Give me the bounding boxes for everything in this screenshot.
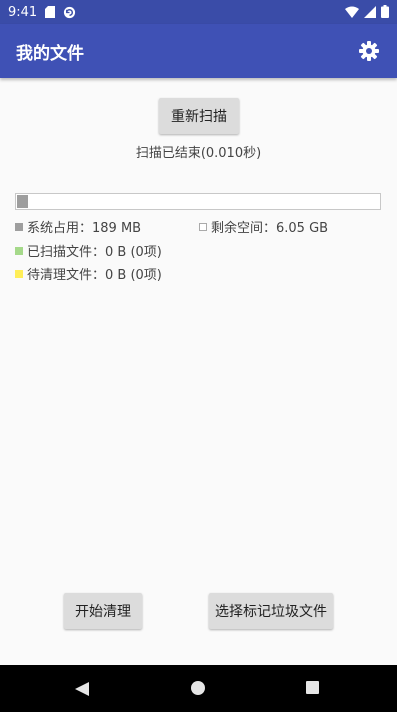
home-icon[interactable] [191, 681, 205, 695]
app-bar: 我的文件 [0, 24, 397, 78]
status-time: 9:41 [8, 4, 38, 20]
page-title: 我的文件 [16, 44, 84, 64]
sync-icon [63, 6, 76, 19]
sd-card-icon [45, 6, 56, 18]
recents-icon[interactable] [306, 681, 319, 694]
free-space-text: 剩余空间：6.05 GB [211, 221, 329, 236]
legend-system-used: 系统占用：189 MB [15, 217, 141, 236]
pending-clean-text: 待清理文件：0 B (0项) [27, 268, 162, 283]
free-space-swatch [199, 222, 207, 231]
legend-scanned-files: 已扫描文件：0 B (0项) [15, 241, 162, 260]
gear-icon[interactable] [357, 39, 381, 63]
scanned-files-swatch [15, 246, 23, 255]
pending-clean-swatch [15, 269, 23, 278]
battery-icon [381, 3, 389, 22]
navigation-bar [0, 665, 397, 712]
wifi-icon [345, 3, 359, 22]
legend-free-space: 剩余空间：6.05 GB [199, 217, 328, 236]
system-used-swatch [15, 222, 23, 231]
legend-pending-clean: 待清理文件：0 B (0项) [15, 264, 162, 283]
storage-usage-bar [15, 193, 381, 210]
back-icon[interactable] [75, 681, 89, 700]
signal-icon [364, 3, 376, 22]
start-clean-button[interactable]: 开始清理 [64, 593, 142, 629]
system-used-text: 系统占用：189 MB [27, 221, 142, 236]
rescan-button[interactable]: 重新扫描 [159, 98, 239, 134]
scan-status-text: 扫描已结束(0.010秒) [135, 146, 262, 161]
scanned-files-text: 已扫描文件：0 B (0项) [27, 245, 162, 260]
system-used-fill [17, 195, 28, 208]
status-bar: 9:41 [0, 0, 397, 24]
select-junk-files-button[interactable]: 选择标记垃圾文件 [209, 593, 333, 629]
